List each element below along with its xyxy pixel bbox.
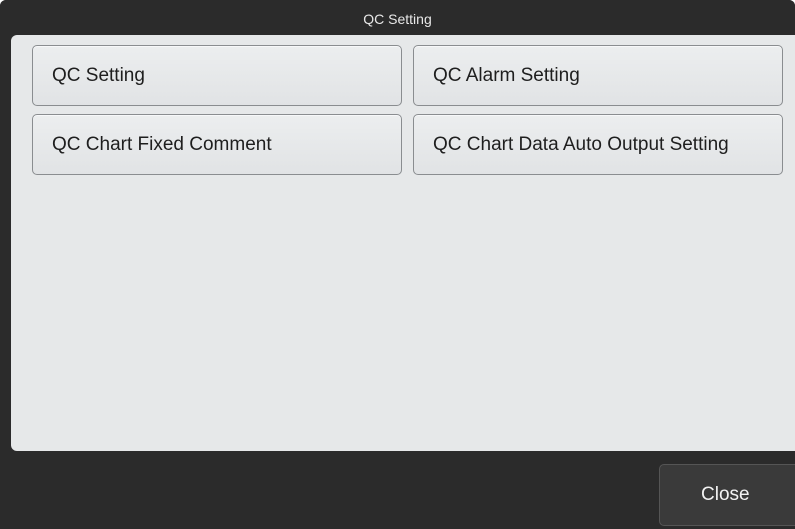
qc-alarm-setting-button[interactable]: QC Alarm Setting	[413, 45, 783, 106]
dialog-title: QC Setting	[0, 0, 795, 34]
qc-chart-fixed-comment-button[interactable]: QC Chart Fixed Comment	[32, 114, 402, 175]
dialog-footer: Close	[0, 452, 795, 529]
qc-setting-button[interactable]: QC Setting	[32, 45, 402, 106]
qc-chart-data-auto-output-setting-button[interactable]: QC Chart Data Auto Output Setting	[413, 114, 783, 175]
close-button[interactable]: Close	[659, 464, 795, 526]
qc-setting-dialog: QC Setting QC Setting QC Alarm Setting Q…	[0, 0, 795, 529]
menu-panel: QC Setting QC Alarm Setting QC Chart Fix…	[11, 35, 795, 451]
